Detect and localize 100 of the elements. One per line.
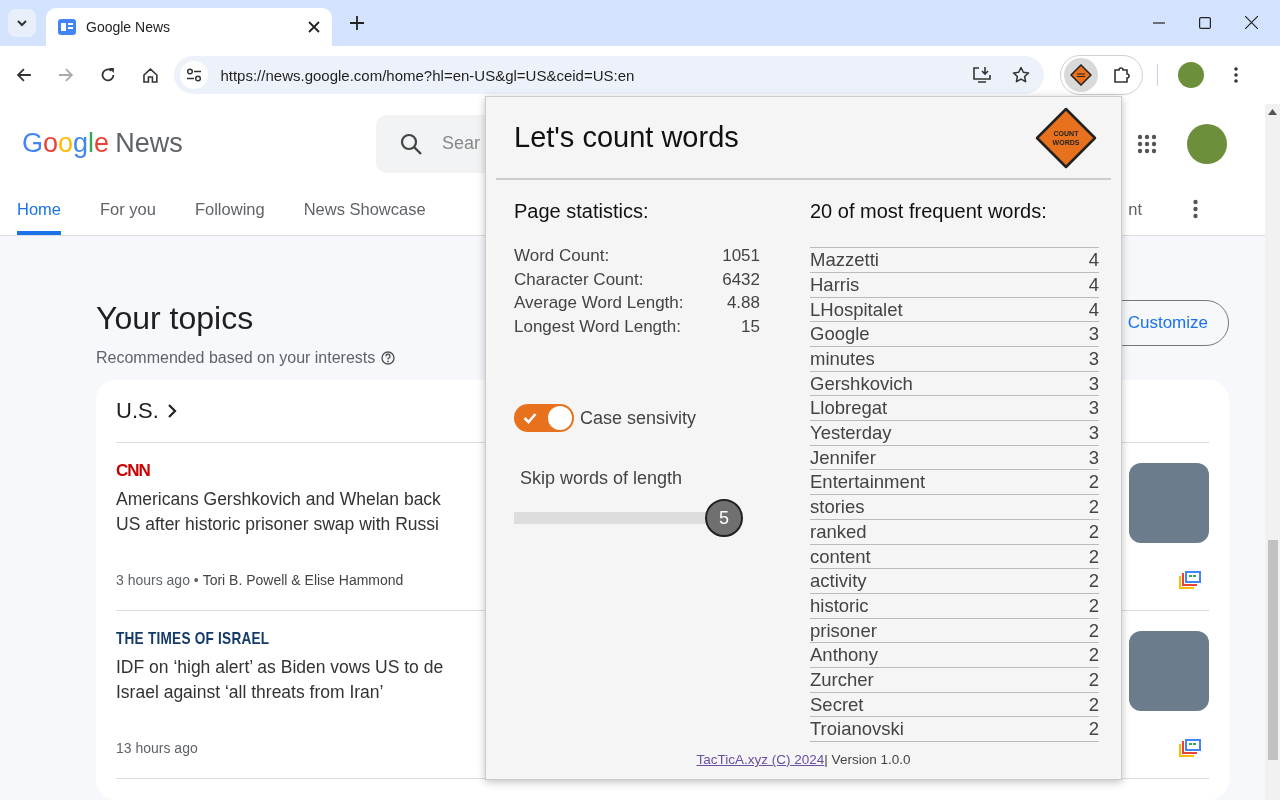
word-cell: ranked — [810, 519, 867, 544]
count-cell: 3 — [1088, 322, 1099, 346]
site-info-button[interactable] — [180, 61, 209, 89]
maximize-icon[interactable] — [1199, 16, 1211, 29]
stat-value: 4.88 — [725, 292, 760, 315]
nav-tab[interactable]: For you — [100, 183, 156, 235]
back-icon[interactable] — [16, 67, 32, 83]
words-heading: 20 of most frequent words: — [810, 200, 1048, 225]
profile-avatar[interactable] — [1178, 62, 1205, 88]
nav-tab[interactable]: News Showcase — [303, 183, 426, 235]
count-cell: 3 — [1088, 396, 1099, 421]
full-coverage-icon[interactable] — [1179, 739, 1201, 757]
chevron-right-icon[interactable] — [166, 403, 177, 419]
popup-title: Let's count words — [514, 121, 739, 155]
word-cell: stories — [810, 495, 865, 519]
tune-icon — [186, 68, 203, 82]
scrollbar-thumb[interactable] — [1267, 540, 1278, 760]
extension-button[interactable] — [1063, 58, 1098, 92]
word-cell: Gershkovich — [810, 371, 913, 396]
diamond-sign-icon — [1069, 64, 1092, 86]
menu-icon[interactable] — [1234, 67, 1238, 83]
url-text: https://news.google.com/home?hl=en-US&gl=US&ceid=US:en — [220, 66, 636, 84]
count-cell: 2 — [1088, 569, 1099, 593]
count-cell: 2 — [1088, 717, 1099, 741]
stat-value: 6432 — [722, 268, 760, 291]
scrollbar[interactable] — [1265, 104, 1280, 800]
word-cell: Anthony — [810, 643, 878, 667]
stat-value: 1051 — [722, 245, 760, 268]
word-cell: prisoner — [810, 618, 877, 643]
word-cell: minutes — [810, 347, 875, 371]
stat-label: Longest Word Length: — [514, 315, 682, 338]
nav-tab[interactable]: Home — [17, 183, 61, 235]
count-cell: 2 — [1088, 618, 1099, 643]
slider-thumb[interactable]: 5 — [705, 499, 743, 538]
count-cell: 2 — [1088, 544, 1099, 569]
stat-label: Word Count: — [514, 245, 611, 268]
more-icon[interactable] — [1193, 199, 1198, 220]
word-cell: Harris — [810, 272, 860, 297]
word-cell: LHospitalet — [810, 297, 903, 322]
word-cell: content — [810, 544, 871, 569]
help-icon[interactable] — [381, 350, 396, 365]
news-favicon-icon — [58, 19, 76, 35]
word-cell: Zurcher — [810, 667, 874, 692]
tab-search-button[interactable] — [8, 9, 36, 37]
word-cell: historic — [810, 593, 869, 618]
stats-heading: Page statistics: — [514, 200, 650, 225]
account-avatar[interactable] — [1187, 123, 1227, 164]
word-cell: Yesterday — [810, 421, 892, 445]
toggle-label: Case sensivity — [580, 407, 697, 429]
search-icon — [400, 132, 422, 155]
topic-heading[interactable]: U.S. — [116, 398, 159, 424]
chevron-down-icon — [16, 17, 28, 29]
section-subtitle: Recommended based on your interests — [96, 348, 376, 367]
address-bar[interactable]: https://news.google.com/home?hl=en-US&gl=US&ceid=US:en — [174, 56, 1044, 94]
count-cell: 2 — [1088, 643, 1099, 667]
stat-label: Average Word Length: — [514, 292, 684, 315]
puzzle-icon[interactable] — [1111, 65, 1132, 85]
count-cell: 2 — [1088, 470, 1099, 495]
close-icon[interactable] — [308, 21, 320, 33]
length-slider[interactable]: 5 — [514, 499, 743, 538]
home-icon[interactable] — [141, 66, 159, 84]
full-coverage-icon[interactable] — [1179, 571, 1201, 589]
count-cell: 3 — [1088, 421, 1099, 445]
install-app-icon[interactable] — [971, 66, 992, 84]
section-title: Your topics — [96, 299, 255, 337]
word-cell: Secret — [810, 692, 864, 717]
version-text: | Version 1.0.0 — [824, 752, 911, 767]
count-cell: 2 — [1088, 667, 1099, 692]
nav-tab[interactable]: nt — [1128, 183, 1142, 235]
new-tab-icon[interactable] — [350, 16, 364, 30]
headline-link[interactable]: Americans Gershkovich and Whelan back US after historic prisoner swap with Russi — [116, 487, 441, 537]
word-cell: Google — [810, 322, 870, 346]
star-icon[interactable] — [1011, 66, 1030, 84]
count-cell: 2 — [1088, 593, 1099, 618]
reload-icon[interactable] — [99, 67, 116, 83]
tab-title: Google News — [86, 19, 172, 35]
headline-link[interactable]: IDF on ‘high alert’ as Biden vows US to de Israel against ‘all threats from Iran’ — [116, 655, 444, 705]
nav-tab[interactable]: Following — [194, 183, 265, 235]
stat-label: Character Count: — [514, 268, 645, 291]
check-icon — [523, 412, 537, 425]
search-input[interactable]: Sear — [442, 133, 482, 155]
count-cell: 3 — [1088, 445, 1099, 470]
close-icon[interactable] — [1245, 16, 1258, 29]
count-cell: 2 — [1088, 692, 1099, 717]
stat-value: 15 — [740, 315, 760, 338]
count-cell: 3 — [1088, 371, 1099, 396]
apps-grid-icon[interactable] — [1137, 133, 1157, 154]
story-meta: 13 hours ago — [116, 740, 198, 756]
word-cell: Jennifer — [810, 445, 876, 470]
scroll-up-icon[interactable] — [1268, 109, 1277, 115]
google-news-logo[interactable]: Google News — [22, 128, 376, 160]
count-cell: 2 — [1088, 519, 1099, 544]
word-cell: Mazzetti — [810, 248, 879, 272]
count-cell: 4 — [1088, 272, 1099, 297]
browser-tab[interactable]: Google News — [46, 8, 332, 46]
word-cell: Entertainment — [810, 470, 926, 495]
source-logo: THE TIMES OF ISRAEL — [116, 629, 270, 649]
count-cell: 3 — [1088, 347, 1099, 371]
count-cell: 2 — [1088, 495, 1099, 519]
case-toggle[interactable] — [514, 404, 574, 433]
